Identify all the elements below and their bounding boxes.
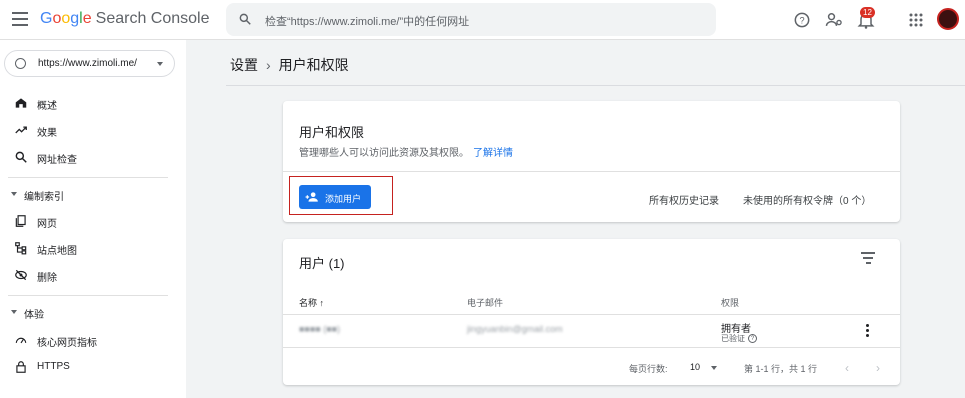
chevron-right-icon: ›	[266, 57, 271, 73]
product-name: Search Console	[95, 10, 210, 27]
help-circle-icon[interactable]: ?	[748, 334, 757, 344]
account-avatar[interactable]	[937, 8, 959, 30]
sidebar-item-overview[interactable]: 概述	[0, 92, 186, 114]
help-icon[interactable]: ?	[792, 10, 812, 30]
sidebar-item-performance[interactable]: 效果	[0, 119, 186, 141]
permissions-card: 用户和权限 管理哪些人可以访问此资源及其权限。 了解详情 添加用户 所有权历史记录…	[283, 101, 900, 222]
users-card: 用户 (1) 名称 ↑ 电子邮件 权限 ■■■■ (■■) jingyuanbi…	[283, 239, 900, 385]
column-header-name[interactable]: 名称 ↑	[299, 296, 324, 309]
rows-per-page-label: 每页行数:	[629, 364, 668, 374]
next-page-icon[interactable]: ›	[876, 361, 880, 375]
users-title: 用户 (1)	[299, 256, 345, 271]
sidebar-item-https[interactable]: HTTPS	[0, 356, 186, 378]
rows-per-page-select[interactable]: 10	[690, 362, 700, 372]
header-divider	[226, 85, 965, 86]
sort-arrow-up-icon: ↑	[319, 298, 325, 308]
menu-icon[interactable]	[12, 12, 28, 26]
search-icon	[15, 151, 27, 163]
sidebar: https://www.zimoli.me/ 概述 效果 网址检查 编制索引 网…	[0, 40, 186, 398]
previous-page-icon[interactable]: ‹	[845, 361, 849, 375]
person-add-icon	[305, 192, 318, 202]
search-placeholder: 检查“https://www.zimoli.me/”中的任何网址	[265, 16, 470, 28]
sidebar-item-removals[interactable]: 删除	[0, 264, 186, 286]
speed-icon	[15, 337, 27, 344]
learn-more-link[interactable]: 了解详情	[473, 148, 513, 159]
card-title: 用户和权限	[299, 125, 365, 140]
column-header-permission: 权限	[721, 298, 740, 308]
breadcrumb: 设置 › 用户和权限	[230, 55, 349, 75]
column-header-email: 电子邮件	[467, 298, 504, 308]
trending-up-icon	[15, 126, 27, 134]
chevron-down-icon	[157, 62, 163, 66]
user-name-redacted: ■■■■ (■■)	[299, 324, 341, 334]
top-app-bar: Google Search Console 检查“https://www.zimo…	[0, 0, 965, 40]
unused-tokens-link[interactable]: 未使用的所有权令牌（0 个）	[743, 192, 871, 207]
lock-icon	[16, 361, 26, 373]
globe-icon	[15, 58, 26, 69]
pages-icon	[15, 215, 26, 227]
chevron-down-icon[interactable]	[711, 366, 717, 370]
home-icon	[15, 98, 27, 108]
pagination-range: 第 1-1 行，共 1 行	[744, 364, 818, 374]
filter-icon[interactable]	[861, 252, 875, 264]
url-inspection-search[interactable]: 检查“https://www.zimoli.me/”中的任何网址	[226, 3, 716, 36]
property-url: https://www.zimoli.me/	[38, 58, 137, 69]
notification-badge: 12	[860, 7, 875, 18]
property-selector[interactable]: https://www.zimoli.me/	[4, 50, 175, 77]
collapse-arrow-icon	[11, 310, 17, 314]
more-vert-icon[interactable]	[866, 324, 870, 338]
collapse-arrow-icon	[11, 192, 17, 196]
breadcrumb-settings[interactable]: 设置	[230, 57, 258, 73]
apps-grid-icon[interactable]	[906, 10, 926, 30]
removal-icon	[15, 269, 27, 281]
sidebar-section-indexing[interactable]: 编制索引	[0, 184, 186, 204]
card-divider	[283, 171, 900, 172]
sidebar-divider	[8, 295, 168, 296]
sidebar-item-core-web-vitals[interactable]: 核心网页指标	[0, 329, 186, 351]
search-icon	[239, 13, 251, 25]
sidebar-item-sitemaps[interactable]: 站点地图	[0, 237, 186, 259]
sitemap-icon	[15, 242, 27, 255]
sidebar-item-pages[interactable]: 网页	[0, 210, 186, 232]
user-email-redacted: jingyuanbin@gmail.com	[467, 324, 563, 334]
breadcrumb-current: 用户和权限	[278, 57, 349, 73]
add-user-button[interactable]: 添加用户	[299, 185, 371, 209]
row-divider	[283, 314, 900, 315]
row-divider	[283, 347, 900, 348]
verified-status: 已验证?	[721, 333, 757, 344]
card-description: 管理哪些人可以访问此资源及其权限。 了解详情	[299, 148, 513, 159]
app-logo[interactable]: Google Search Console	[40, 10, 209, 28]
ownership-history-link[interactable]: 所有权历史记录	[649, 192, 719, 207]
sidebar-section-experience[interactable]: 体验	[0, 302, 186, 322]
sidebar-item-url-inspection[interactable]: 网址检查	[0, 146, 186, 168]
manage-users-icon[interactable]	[824, 10, 844, 30]
svg-text:?: ?	[799, 15, 804, 25]
sidebar-divider	[8, 177, 168, 178]
